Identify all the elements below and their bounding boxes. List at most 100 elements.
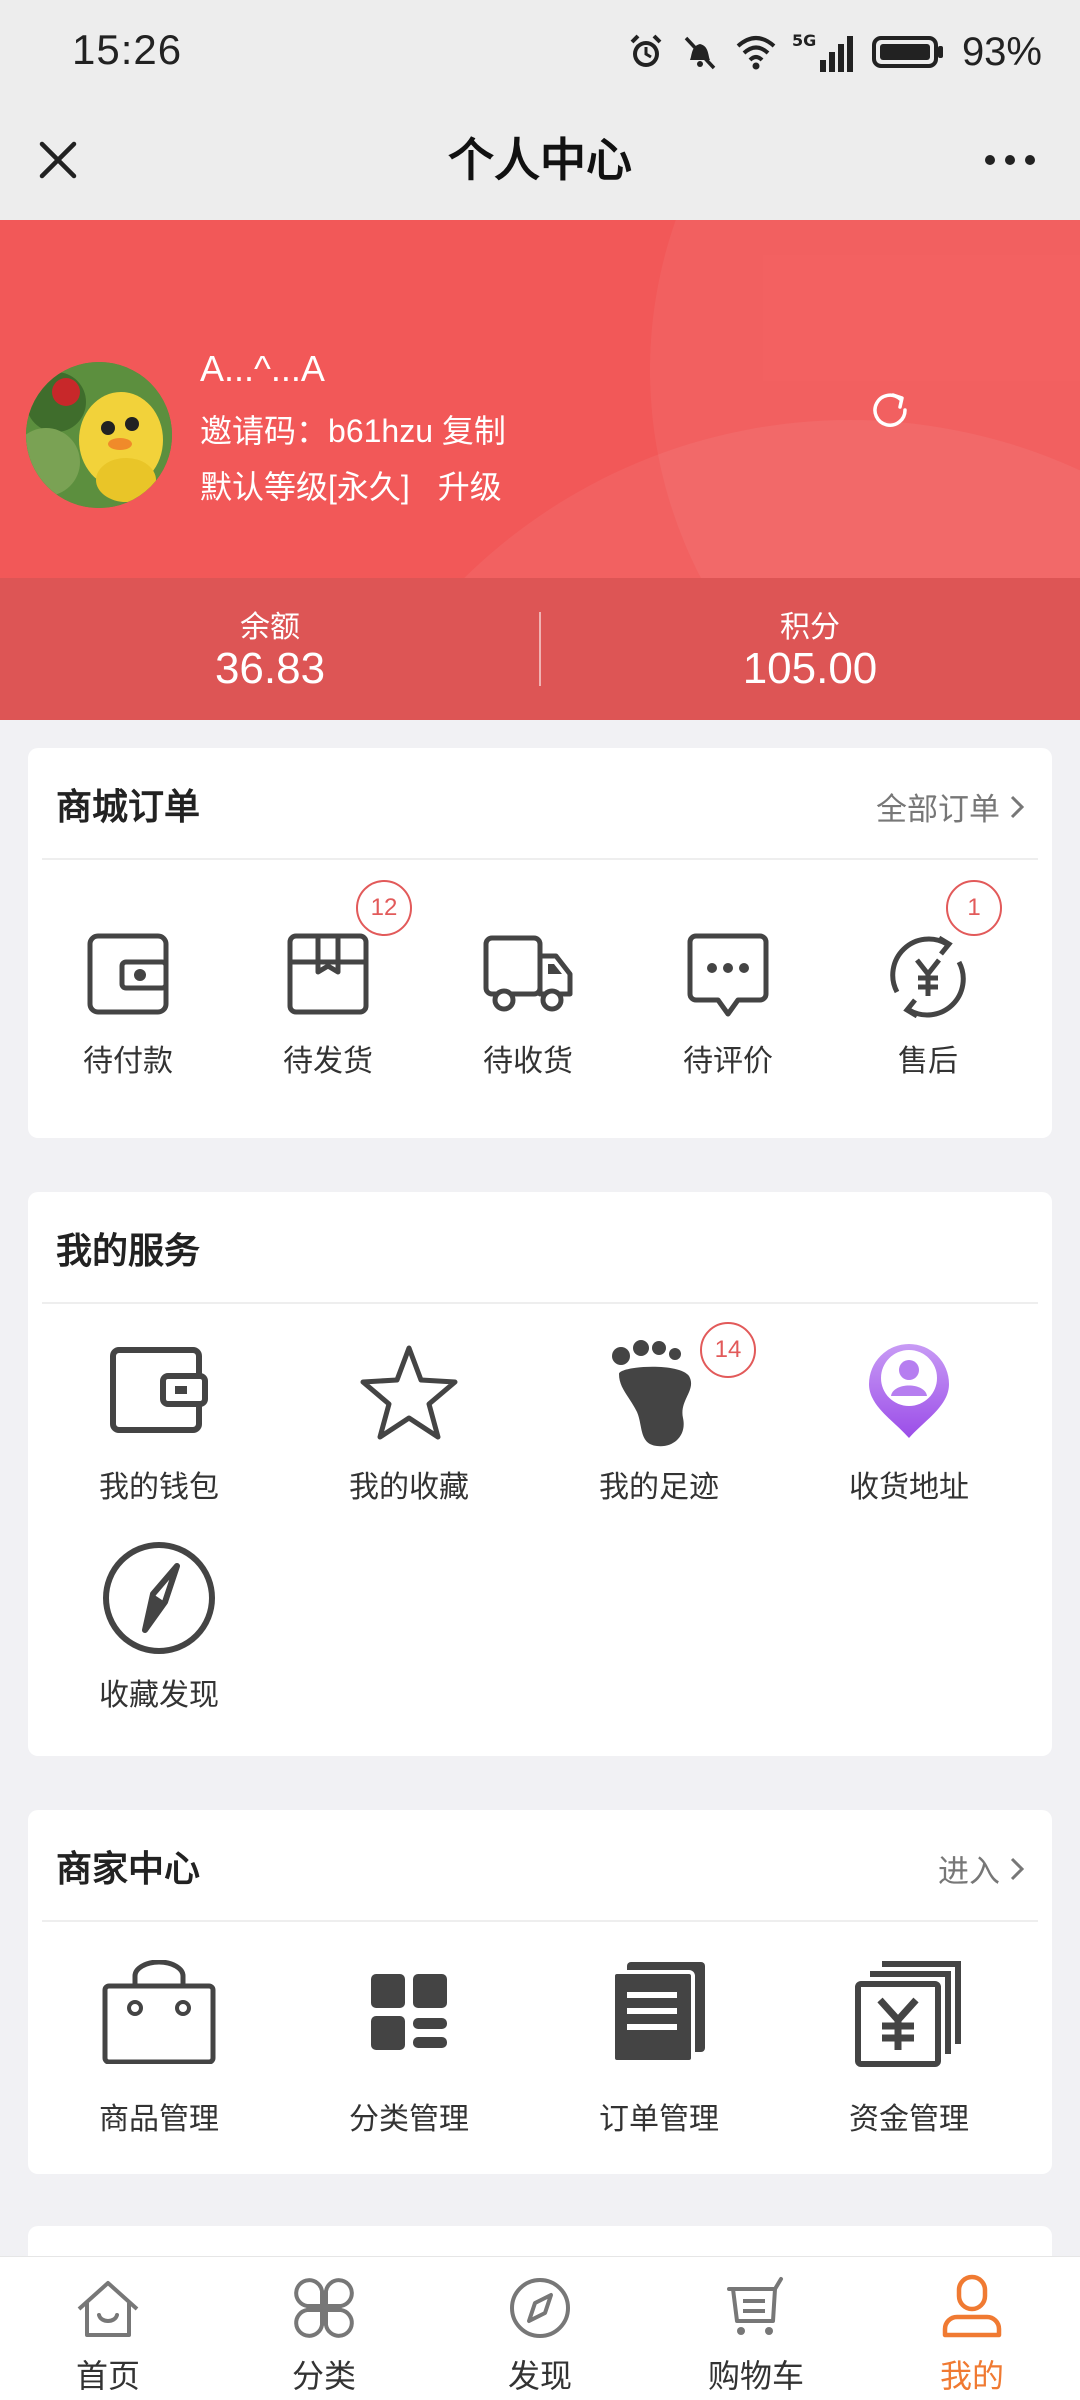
comment-icon <box>687 933 769 1017</box>
page-title: 个人中心 <box>448 134 632 186</box>
category-grid-icon <box>371 1974 447 2050</box>
merchant-item-funds[interactable]: 资金管理 <box>784 1920 1034 2170</box>
nav-label: 购物车 <box>707 2358 804 2394</box>
all-orders-link[interactable]: 全部订单 <box>876 784 1026 829</box>
nav-item-category[interactable]: 分类 <box>216 2257 432 2400</box>
services-title: 我的服务 <box>56 1230 201 1271</box>
order-item-label: 待发货 <box>283 1045 373 1078</box>
merchant-item-products[interactable]: 商品管理 <box>34 1920 284 2170</box>
merchant-item-orders[interactable]: 订单管理 <box>534 1920 784 2170</box>
order-item-after-sales[interactable]: 1 售后 <box>828 858 1028 1138</box>
wifi-icon <box>734 32 778 72</box>
merchant-item-label: 商品管理 <box>99 2103 219 2136</box>
orders-header: 商城订单 全部订单 <box>28 748 1052 858</box>
signal-5g-icon: 5G <box>792 30 858 74</box>
count-badge: 1 <box>946 880 1002 936</box>
more-icon <box>985 155 1035 165</box>
location-pin-icon <box>869 1344 949 1438</box>
refund-icon <box>890 935 966 1019</box>
shopping-bag-icon <box>102 1960 216 2064</box>
services-card: 我的服务 我的钱包 我的收藏 14 我的足迹 收货地址 收藏发现 <box>28 1192 1052 1756</box>
service-item-label: 收藏发现 <box>99 1679 219 1712</box>
merchant-enter-link[interactable]: 进入 <box>938 1846 1026 1891</box>
order-item-pending-review[interactable]: 待评价 <box>628 858 828 1138</box>
refresh-button[interactable] <box>860 380 920 440</box>
balance-label: 余额 <box>240 611 300 644</box>
merchant-header: 商家中心 进入 <box>28 1810 1052 1920</box>
merchant-title: 商家中心 <box>56 1848 201 1889</box>
profile-header: A...^...A 邀请码：b61hzu 复制 默认等级[永久] 升级 余额 36… <box>0 220 1080 720</box>
count-badge: 12 <box>356 880 412 936</box>
service-item-label: 收货地址 <box>849 1471 969 1504</box>
balance-stat[interactable]: 余额 36.83 <box>0 578 540 720</box>
merchant-enter-label: 进入 <box>938 1854 1000 1889</box>
title-bar: 个人中心 <box>0 100 1080 220</box>
orders-title: 商城订单 <box>56 786 201 827</box>
points-stat[interactable]: 积分 105.00 <box>540 578 1080 720</box>
merchant-item-label: 分类管理 <box>349 2103 469 2136</box>
chevron-right-icon <box>1010 795 1025 818</box>
service-item-favorites[interactable]: 我的收藏 <box>284 1302 534 1522</box>
status-icons: 5G 93% <box>626 24 1042 80</box>
invite-label: 邀请码： <box>200 413 329 449</box>
discover-icon <box>510 2278 570 2338</box>
nav-item-cart[interactable]: 购物车 <box>648 2257 864 2400</box>
merchant-item-label: 订单管理 <box>599 2103 719 2136</box>
service-item-discover[interactable]: 收藏发现 <box>34 1522 284 1742</box>
service-item-wallet[interactable]: 我的钱包 <box>34 1302 284 1522</box>
all-orders-label: 全部订单 <box>876 792 1000 827</box>
balance-value: 36.83 <box>214 644 326 693</box>
alarm-icon <box>626 32 666 72</box>
merchant-item-label: 资金管理 <box>849 2103 969 2136</box>
truck-icon <box>483 935 573 1012</box>
upgrade-button[interactable]: 升级 <box>438 469 502 505</box>
battery-icon <box>871 32 946 72</box>
nav-item-mine[interactable]: 我的 <box>864 2257 1080 2400</box>
invite-code: b61hzu <box>328 413 433 449</box>
bottom-nav: 首页 分类 发现 购物车 我的 <box>0 2256 1080 2400</box>
services-header: 我的服务 <box>28 1192 1052 1302</box>
order-item-pending-shipment[interactable]: 12 待发货 <box>228 858 428 1138</box>
nav-item-home[interactable]: 首页 <box>0 2257 216 2400</box>
user-name: A...^...A <box>200 348 325 389</box>
account-stats: 余额 36.83 积分 105.00 <box>0 578 1080 720</box>
service-item-label: 我的钱包 <box>99 1471 219 1504</box>
nav-label: 发现 <box>507 2358 572 2394</box>
copy-button[interactable]: 复制 <box>442 413 506 449</box>
service-item-label: 我的足迹 <box>599 1471 719 1504</box>
service-item-label: 我的收藏 <box>349 1471 469 1504</box>
chevron-right-icon <box>1010 1857 1025 1880</box>
service-item-address[interactable]: 收货地址 <box>784 1302 1034 1522</box>
nav-label: 首页 <box>75 2358 140 2394</box>
more-button[interactable] <box>964 126 1056 194</box>
nav-item-discover[interactable]: 发现 <box>432 2257 648 2400</box>
order-item-label: 待收货 <box>483 1045 573 1078</box>
status-time: 15:26 <box>72 26 183 73</box>
points-value: 105.00 <box>742 644 878 693</box>
nav-label: 分类 <box>291 2358 356 2394</box>
merchant-item-categories[interactable]: 分类管理 <box>284 1920 534 2170</box>
wallet-icon <box>110 1347 208 1433</box>
profile-icon <box>942 2274 1002 2338</box>
service-item-footprints[interactable]: 14 我的足迹 <box>534 1302 784 1522</box>
avatar[interactable] <box>26 362 172 508</box>
home-icon <box>77 2281 139 2337</box>
order-item-label: 售后 <box>898 1045 958 1078</box>
order-item-pending-receipt[interactable]: 待收货 <box>428 858 628 1138</box>
merchant-card: 商家中心 进入 商品管理 分类管理 订单管理 资金管理 <box>28 1810 1052 2174</box>
footprint-icon <box>612 1340 692 1447</box>
mute-bell-icon <box>680 32 720 72</box>
orders-card: 商城订单 全部订单 待付款 12 待发货 待收货 待评价 1 售后 <box>28 748 1052 1138</box>
user-level: 默认等级[永久] <box>200 469 410 505</box>
compass-icon <box>103 1542 215 1654</box>
battery-percent: 93% <box>961 29 1042 74</box>
funds-icon <box>855 1961 961 2067</box>
document-icon <box>611 1962 705 2064</box>
nav-label: 我的 <box>939 2358 1004 2394</box>
level-line: 默认等级[永久] 升级 <box>200 462 502 508</box>
points-label: 积分 <box>780 611 840 644</box>
order-item-label: 待评价 <box>683 1045 773 1078</box>
cart-icon <box>727 2277 783 2335</box>
count-badge: 14 <box>700 1322 756 1378</box>
order-item-pending-payment[interactable]: 待付款 <box>28 858 228 1138</box>
